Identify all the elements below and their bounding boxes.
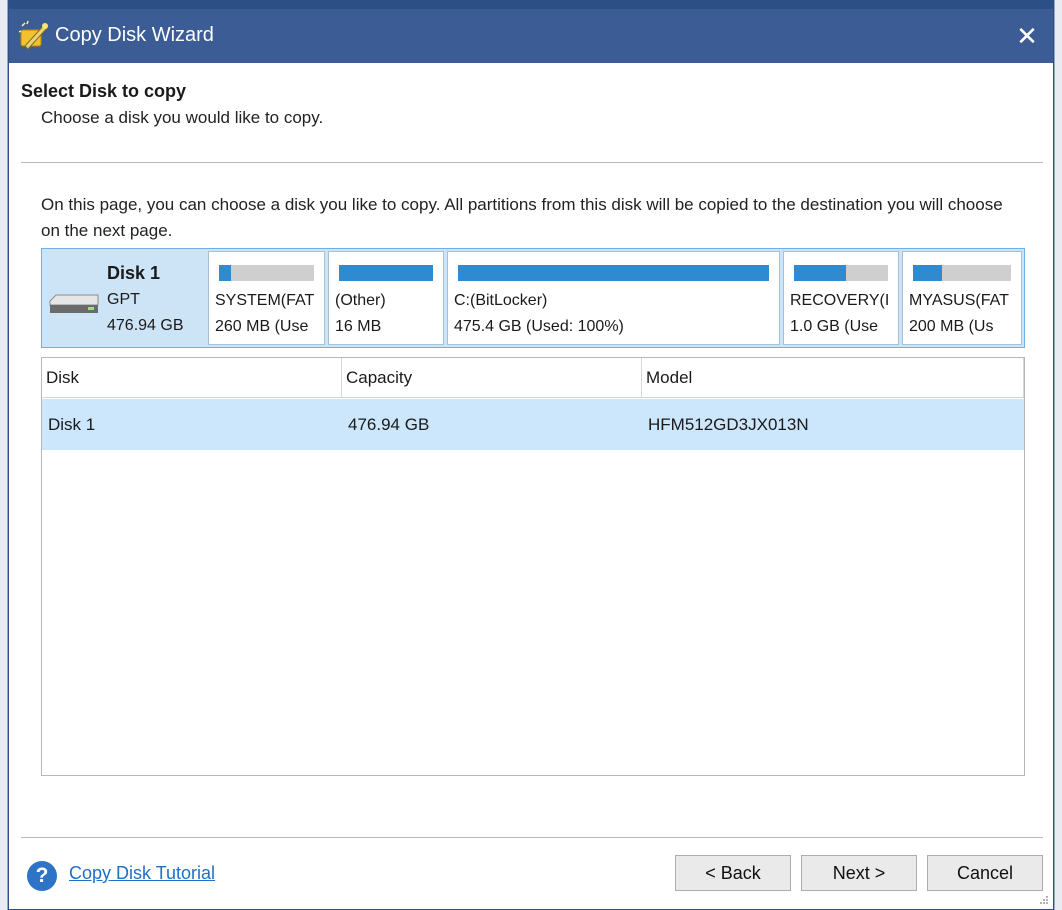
disk-name: Disk 1 xyxy=(107,263,161,283)
partition-label: MYASUS(FAT xyxy=(909,292,1009,309)
cell-model: HFM512GD3JX013N xyxy=(648,415,809,434)
partition-usage: 260 MB (Use xyxy=(215,318,309,335)
partition-system[interactable]: SYSTEM(FAT 260 MB (Use xyxy=(208,251,325,345)
partition-label: RECOVERY(I xyxy=(790,292,890,309)
partition-myasus[interactable]: MYASUS(FAT 200 MB (Us xyxy=(902,251,1022,345)
usage-fill xyxy=(458,265,769,281)
copy-disk-wizard-icon xyxy=(19,20,49,50)
help-icon[interactable]: ? xyxy=(27,861,57,891)
usage-fill xyxy=(913,265,943,281)
next-button[interactable]: Next > xyxy=(801,855,917,891)
usage-bar xyxy=(794,265,888,281)
partition-usage: 200 MB (Us xyxy=(909,318,994,335)
partition-other[interactable]: (Other) 16 MB xyxy=(328,251,444,345)
partition-usage: 16 MB xyxy=(335,318,382,335)
background-app-right xyxy=(1054,0,1062,910)
usage-bar xyxy=(458,265,769,281)
column-header-disk[interactable]: Disk xyxy=(42,358,342,398)
column-header-model[interactable]: Model xyxy=(642,358,1024,398)
usage-bar xyxy=(339,265,433,281)
partition-usage: 475.4 GB (Used: 100%) xyxy=(454,318,624,335)
cancel-button[interactable]: Cancel xyxy=(927,855,1043,891)
partition-recovery[interactable]: RECOVERY(I 1.0 GB (Use xyxy=(783,251,899,345)
usage-fill xyxy=(219,265,232,281)
partition-c-bitlocker[interactable]: C:(BitLocker) 475.4 GB (Used: 100%) xyxy=(447,251,780,345)
disk-map-disk-1[interactable]: Disk 1 GPT 476.94 GB SYSTEM(FAT 260 MB (… xyxy=(41,248,1025,348)
window-title: Copy Disk Wizard xyxy=(55,24,214,46)
divider xyxy=(21,837,1043,838)
background-app-left xyxy=(0,0,8,910)
divider xyxy=(21,162,1043,163)
page-subheading: Choose a disk you would like to copy. xyxy=(41,108,324,127)
disk-size: 476.94 GB xyxy=(107,317,184,334)
disk-summary[interactable]: Disk 1 GPT 476.94 GB xyxy=(42,249,206,347)
usage-bar xyxy=(219,265,314,281)
table-row[interactable]: Disk 1 476.94 GB HFM512GD3JX013N xyxy=(42,399,1024,450)
resize-grip-icon[interactable] xyxy=(1039,895,1049,905)
copy-disk-tutorial-link[interactable]: Copy Disk Tutorial xyxy=(69,863,215,884)
back-button[interactable]: < Back xyxy=(675,855,791,891)
copy-disk-wizard-dialog: Copy Disk Wizard ✕ Select Disk to copy C… xyxy=(8,8,1054,910)
background-window-edge xyxy=(0,0,1062,8)
usage-bar xyxy=(913,265,1011,281)
partition-label: SYSTEM(FAT xyxy=(215,292,315,309)
partition-label: (Other) xyxy=(335,292,386,309)
partition-label: C:(BitLocker) xyxy=(454,292,548,309)
usage-fill xyxy=(794,265,846,281)
disk-partition-style: GPT xyxy=(107,291,140,308)
cell-disk: Disk 1 xyxy=(48,415,96,434)
column-header-capacity[interactable]: Capacity xyxy=(342,358,642,398)
titlebar: Copy Disk Wizard ✕ xyxy=(9,9,1053,63)
usage-fill xyxy=(339,265,433,281)
disk-table[interactable]: Disk Capacity Model Disk 1 476.94 GB HFM… xyxy=(41,357,1025,776)
partition-usage: 1.0 GB (Use xyxy=(790,318,879,335)
page-heading: Select Disk to copy xyxy=(21,81,187,101)
close-icon[interactable]: ✕ xyxy=(1009,18,1045,54)
hard-drive-icon xyxy=(49,294,99,313)
cell-capacity: 476.94 GB xyxy=(348,415,430,434)
table-header: Disk Capacity Model xyxy=(42,358,1024,398)
description-text: On this page, you can choose a disk you … xyxy=(41,195,1003,240)
